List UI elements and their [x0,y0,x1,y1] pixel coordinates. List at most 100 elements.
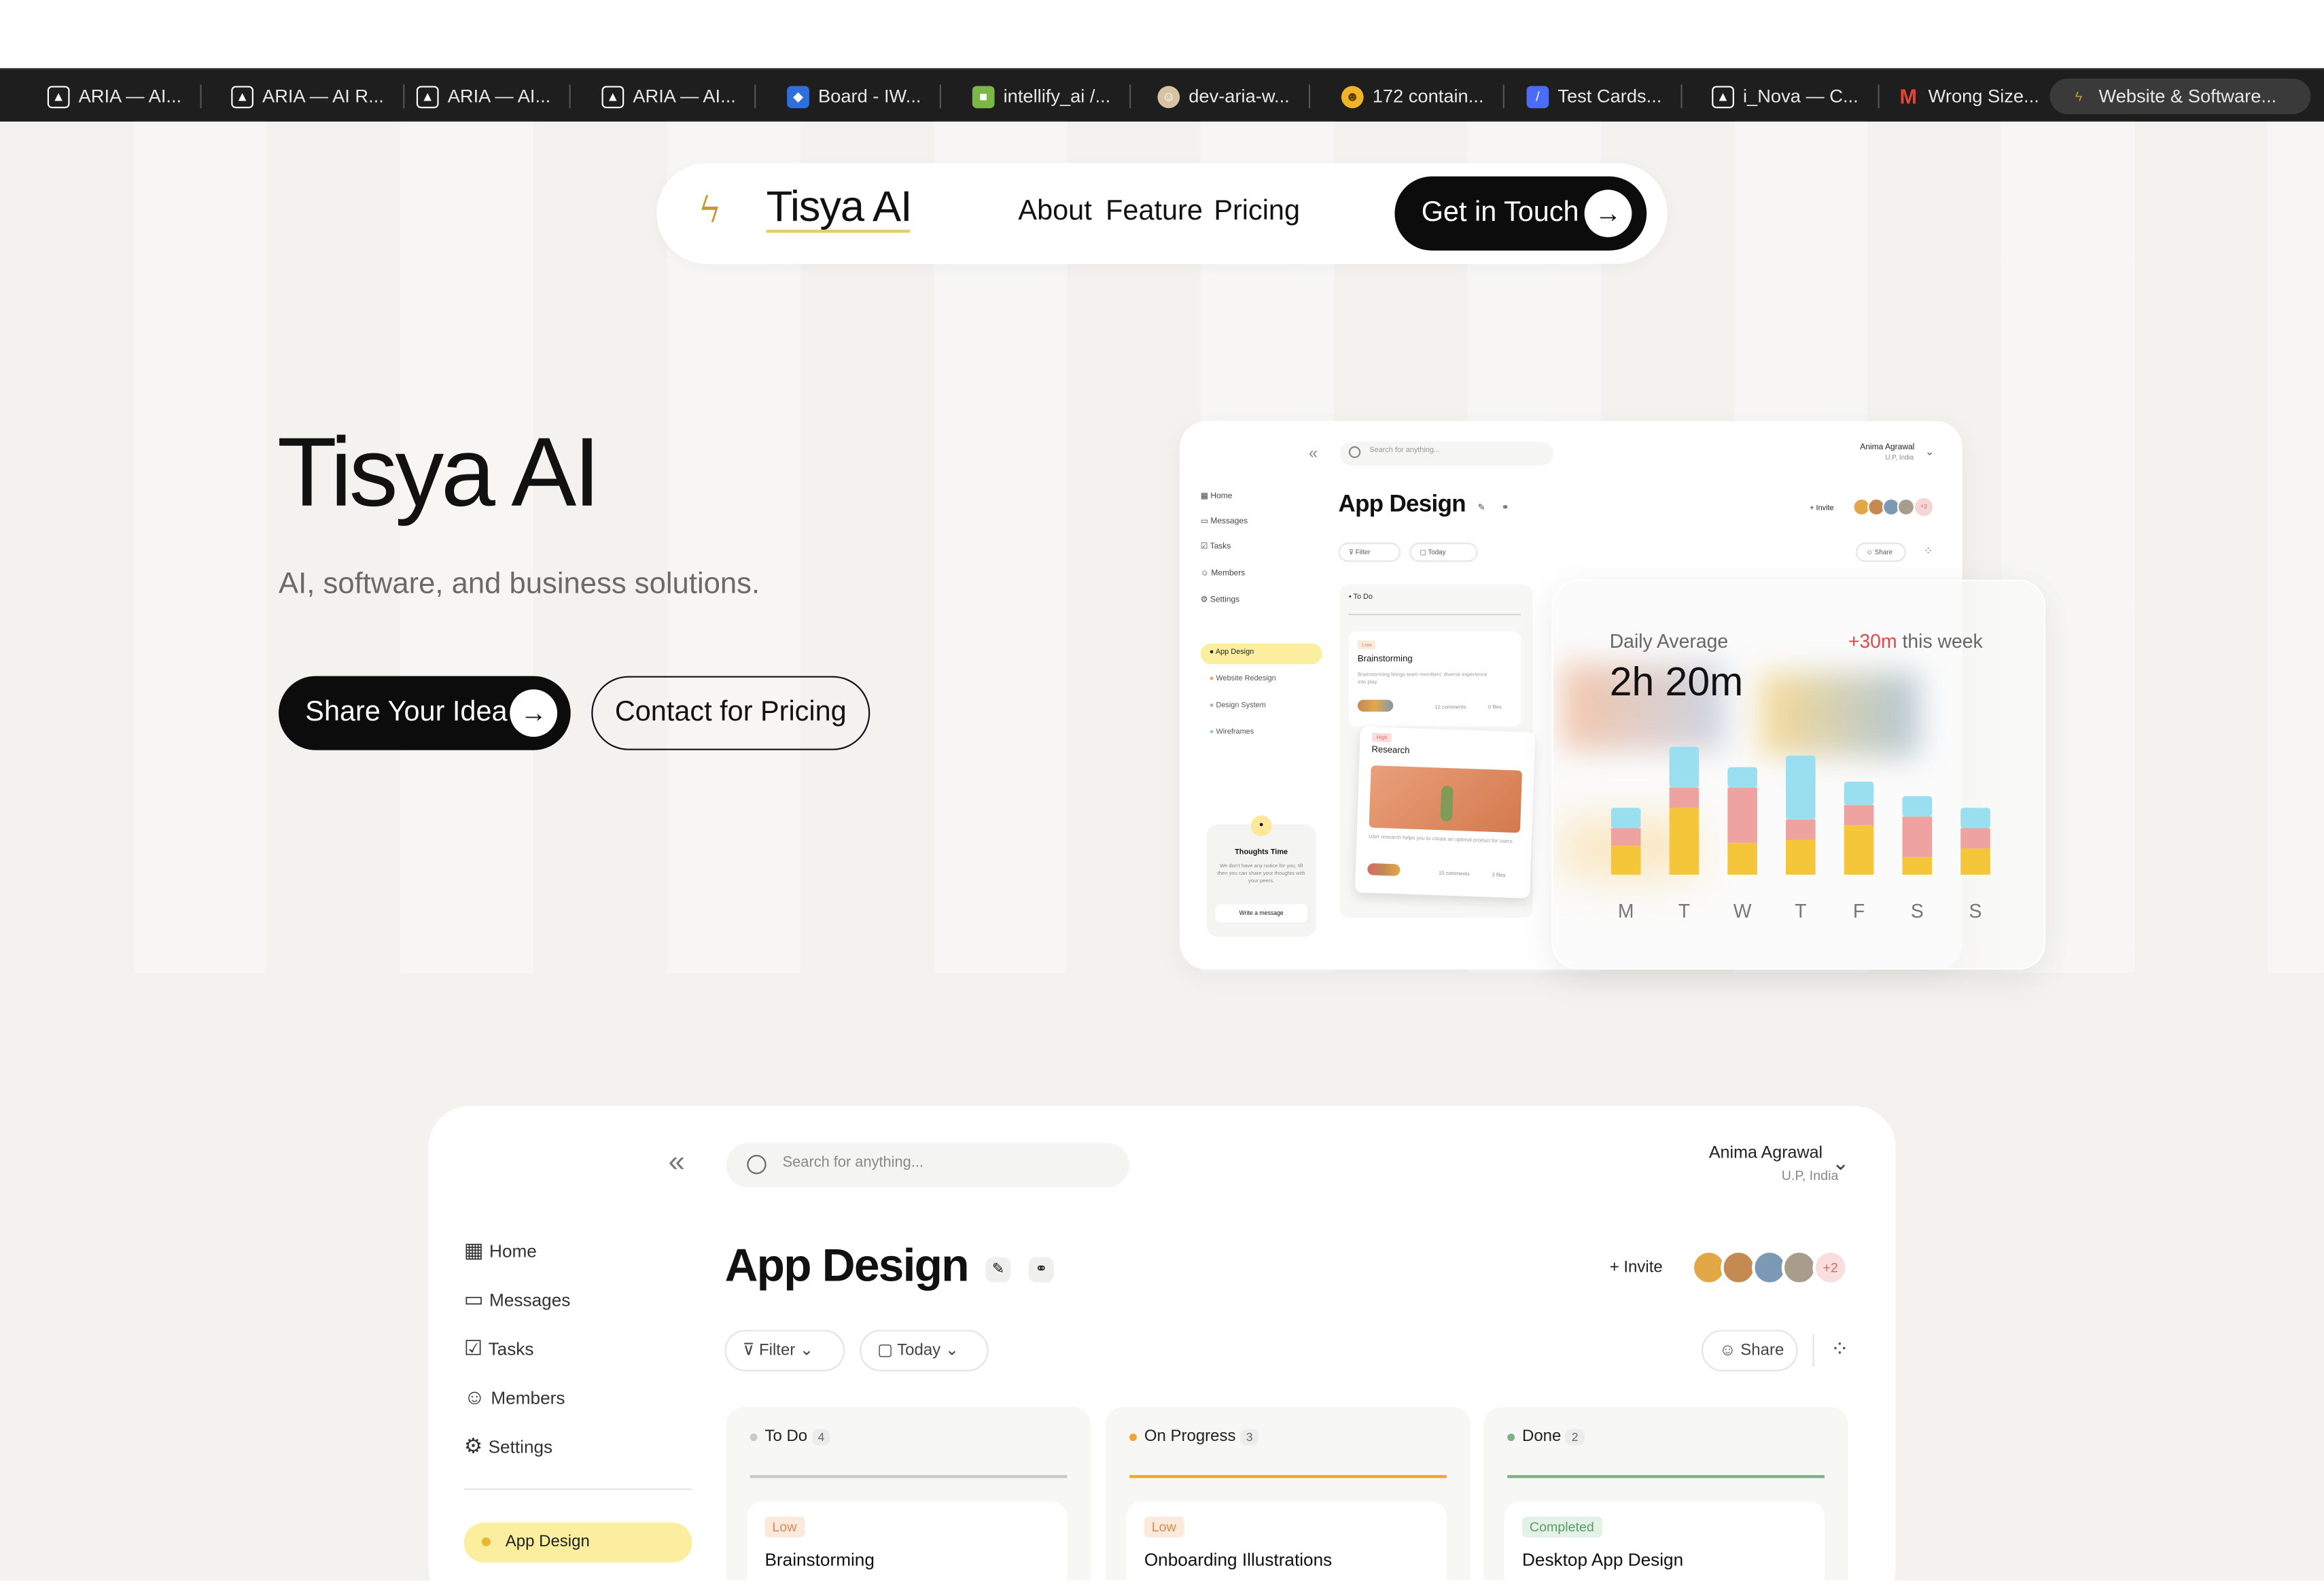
aria-icon: ▲ [1712,85,1734,108]
search-input[interactable]: Search for anything... [726,1143,1130,1188]
share-button[interactable]: ☺ Share [1701,1330,1798,1372]
project-item-app-design[interactable]: App Design [463,1523,692,1563]
browser-tab[interactable]: ▲ ARIA — AI... [416,79,571,114]
browser-tab[interactable]: ▲ i_Nova — C... [1712,79,1880,114]
members-icon: ☺ [1200,569,1212,578]
bitbucket-icon: ■ [972,85,995,108]
share-your-idea-button[interactable]: Share Your Idea → [279,676,571,750]
tasks-icon: ☑ [463,1336,489,1360]
bar-segment [1727,842,1757,875]
column-dot [1507,1433,1515,1441]
project-dot [481,1537,491,1546]
kanban-column-on-progress: On Progress 3 Low Onboarding Illustratio… [1106,1406,1471,1581]
collapse-sidebar-icon[interactable]: « [669,1146,685,1180]
aria-icon: ▲ [231,85,253,108]
user-location: U.P, India [1781,1168,1839,1183]
search-icon [1348,446,1361,458]
x-tick-label: F [1853,901,1865,922]
browser-tab[interactable]: ☻ 172 contain... [1341,79,1504,114]
task-card[interactable]: Low Onboarding Illustrations [1126,1501,1447,1581]
bar-segment [1902,796,1933,817]
hero-subtitle: AI, software, and business solutions. [279,568,760,601]
get-in-touch-button[interactable]: Get in Touch → [1394,176,1647,251]
edit-icon[interactable]: ✎ [985,1257,1011,1283]
chevron-down-icon: ⌄ [945,1341,959,1360]
bar-segment [1786,755,1816,820]
sidebar-item-tasks[interactable]: ☑ Tasks [464,1336,534,1361]
chevron-down-icon: ⌄ [799,1341,814,1360]
search-icon [747,1155,767,1175]
bar-segment [1902,857,1933,875]
chevron-down-icon: ⌄ [1925,447,1935,458]
contact-for-pricing-button[interactable]: Contact for Pricing [591,676,870,750]
sidebar-item-home[interactable]: ▦ Home [464,1238,537,1263]
browser-tab-active[interactable]: ϟ Website & Software... [2049,78,2311,114]
arrow-right-icon: → [1584,190,1632,237]
filter-icon: ⊽ [742,1341,759,1360]
link-icon[interactable]: ⚭ [1028,1257,1054,1283]
daily-average-chart-card: Daily Average +30m this week 2h 20m MTWT… [1551,579,2045,970]
nav-link-pricing[interactable]: Pricing [1214,196,1300,228]
share-icon: ☺ [1719,1341,1741,1360]
home-icon: ▦ [1200,492,1211,502]
sidebar-item-messages[interactable]: ▭ Messages [464,1287,571,1312]
tisya-logo-icon[interactable]: ϟ [698,190,730,234]
column-dot [750,1433,758,1441]
browser-tab[interactable]: ▲ ARIA — AI R... [231,79,405,114]
browser-tab[interactable]: ■ intellify_ai /... [972,79,1131,114]
grid-icon: ⁘ [1924,546,1933,558]
preview-search-input: Search for anything... [1339,441,1553,466]
bar-segment [1669,787,1700,808]
more-members-badge: +2 [1812,1249,1848,1286]
browser-tab[interactable]: / Test Cards... [1526,79,1683,114]
browser-tab[interactable]: M Wrong Size... [1897,79,2039,114]
x-tick-label: S [1969,901,1982,922]
user-menu-chevron-icon[interactable]: ⌄ [1832,1151,1850,1176]
browser-tab[interactable]: ▲ ARIA — AI... [47,79,203,114]
research-image [1369,765,1523,833]
browser-tab[interactable]: ▲ ARIA — AI... [601,79,757,114]
bar-segment [1960,828,1990,849]
settings-icon: ⚙ [1200,595,1210,605]
task-card[interactable]: Low Brainstorming [747,1501,1068,1581]
x-tick-label: T [1795,901,1806,922]
user-name: Anima Agrawal [1708,1144,1823,1162]
browser-tab[interactable]: ☺ dev-aria-w... [1157,79,1311,114]
avatar-icon: ☺ [1157,85,1180,108]
window-top-bar [0,0,2324,69]
browser-tab-bar: ▲ ARIA — AI... ▲ ARIA — AI R... ▲ ARIA — AI… [0,68,2324,122]
calendar-icon: ▢ [877,1341,898,1360]
x-tick-label: W [1733,901,1752,922]
today-button[interactable]: ▢ Today ⌄ [860,1330,989,1372]
jira-icon: ◆ [787,85,809,108]
filter-icon: ⊽ [1348,549,1356,556]
browser-tab[interactable]: ◆ Board - IW... [787,79,943,114]
plus-icon: + [1609,1258,1624,1276]
task-card[interactable]: Completed Desktop App Design [1504,1501,1825,1581]
invite-button[interactable]: + Invite [1610,1259,1663,1276]
x-tick-label: T [1678,901,1690,922]
thoughts-card: • Thoughts Time We don't have any notice… [1206,815,1316,937]
link-icon: ⚭ [1501,504,1509,513]
sidebar-item-settings[interactable]: ⚙ Settings [464,1434,552,1459]
bar-segment [1727,787,1757,843]
grid-view-icon[interactable]: ⁘ [1831,1336,1849,1362]
bar-segment [1960,848,1990,875]
dashboard-screenshot: « Search for anything... Anima Agrawal U… [428,1106,1896,1581]
kanban-column-done: Done 2 Completed Desktop App Design [1483,1406,1848,1581]
stacked-bar-chart: MTWTFSS [1610,746,1990,922]
bar-segment [1610,846,1641,875]
messages-icon: ▭ [463,1287,490,1311]
aria-icon: ▲ [416,85,439,108]
nav-link-about[interactable]: About [1018,196,1091,228]
filter-button[interactable]: ⊽ Filter ⌄ [724,1330,845,1372]
sidebar-item-members[interactable]: ☺ Members [464,1385,565,1408]
share-icon: ☺ [1866,549,1875,556]
page-title: App Design [724,1239,970,1291]
home-icon: ▦ [463,1238,490,1262]
bar-segment [1669,746,1700,788]
brand-name[interactable]: Tisya AI [766,184,913,233]
kanban-column-todo: To Do 4 Low Brainstorming [726,1406,1091,1581]
bar-segment [1786,839,1816,875]
nav-link-feature[interactable]: Feature [1106,196,1203,228]
